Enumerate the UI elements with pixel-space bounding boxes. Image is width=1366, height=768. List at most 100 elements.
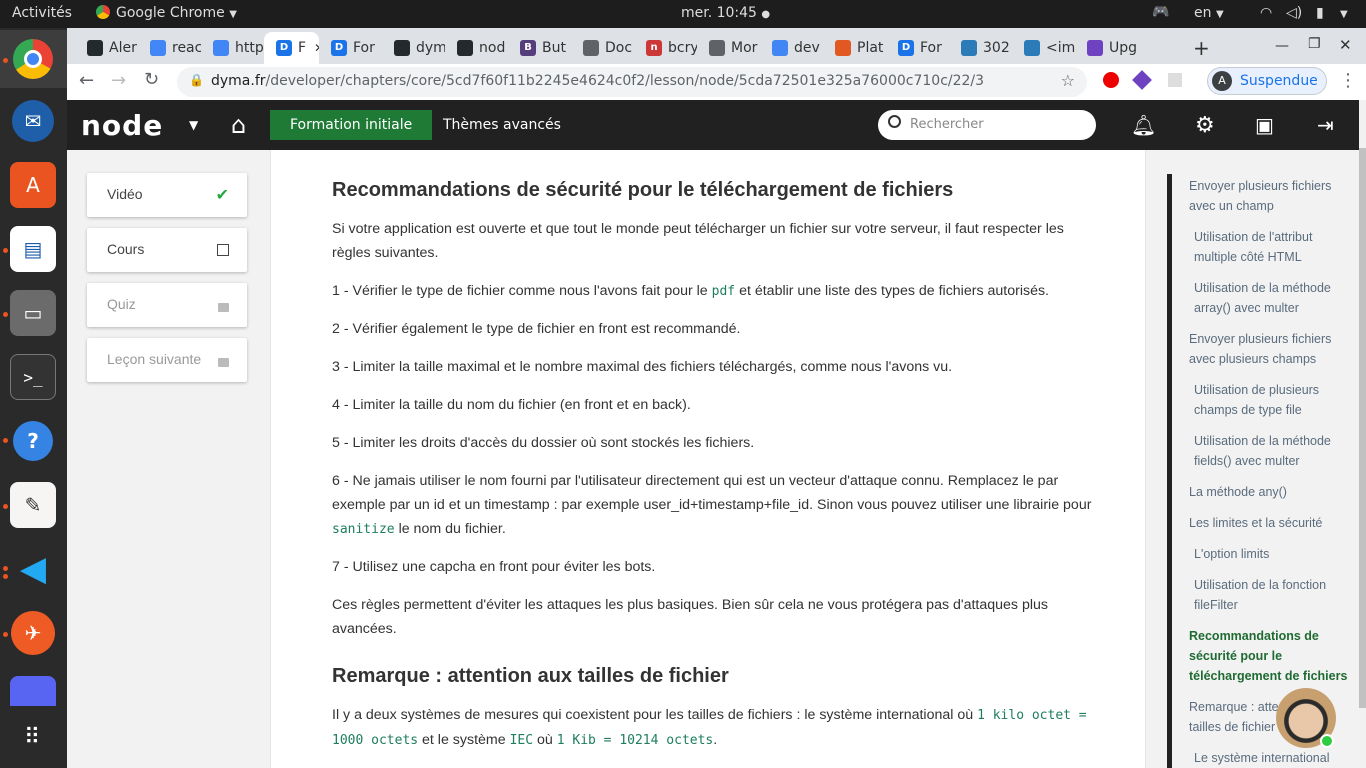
toc-item[interactable]: La méthode any() [1189,482,1354,502]
extension-stop-icon[interactable] [1103,72,1119,88]
plat-favicon-icon [835,40,851,56]
floating-video-avatar[interactable] [1276,688,1336,748]
reload-icon[interactable]: ↻ [144,69,159,90]
tab-label: Doc [605,40,633,56]
thunderbird-icon[interactable]: ✉ [10,98,56,144]
toc-item[interactable]: Envoyer plusieurs fichiers avec plusieur… [1189,329,1349,369]
terminal-icon[interactable]: >_ [10,354,56,400]
lesson-item-cours[interactable]: Cours [87,228,247,272]
toc-item[interactable]: Utilisation de la méthode fields() avec … [1194,431,1354,471]
profile-button[interactable]: A Suspendue [1207,67,1327,95]
browser-tab[interactable]: Doc [571,32,634,64]
notification-dot-icon: ● [761,9,771,20]
close-window-button[interactable]: ✕ [1339,36,1352,54]
toc-item[interactable]: L'option limits [1194,544,1354,564]
toc-item[interactable]: Utilisation de la méthode array() avec m… [1194,278,1354,318]
logo-dropdown-icon[interactable]: ▼ [189,100,198,150]
rule-item: 6 - Ne jamais utiliser le nom fourni par… [332,473,1092,537]
discord-tray-icon[interactable]: 🎮 [1152,4,1169,20]
extension-grey-icon[interactable] [1168,73,1182,87]
search-input[interactable]: Rechercher [878,110,1096,140]
activities-button[interactable]: Activités [12,5,72,21]
scrollbar-thumb[interactable] [1359,148,1366,708]
browser-tab[interactable]: D For [886,32,949,64]
wifi-icon[interactable]: ◠ [1260,5,1272,21]
volume-icon[interactable]: ◁) [1286,5,1302,21]
discord-icon[interactable] [10,676,56,706]
software-icon[interactable]: A [10,162,56,208]
bookmark-star-icon[interactable]: ☆ [1061,71,1075,90]
back-icon[interactable]: ← [79,70,94,91]
help-icon[interactable]: ? [10,418,56,464]
github-favicon-icon [457,40,473,56]
logout-icon[interactable]: ⇥ [1317,100,1334,150]
section-heading: Recommandations de sécurité pour le télé… [332,179,954,201]
tab-themes-avances[interactable]: Thèmes avancés [443,100,561,150]
gear-icon[interactable]: ⚙ [1195,100,1215,150]
browser-tab[interactable]: Mor [697,32,760,64]
files-icon[interactable]: ▭ [10,290,56,336]
tab-formation-initiale[interactable]: Formation initiale [270,110,433,140]
browser-tab[interactable]: D For [319,32,382,64]
battery-icon[interactable]: ▮ [1316,5,1324,21]
menu-kebab-icon[interactable]: ⋮ [1339,70,1357,91]
lesson-item-quiz[interactable]: Quiz [87,283,247,327]
paragraph: Ces règles permettent d'éviter les attaq… [332,597,1048,637]
toc-item[interactable]: Le système international [1194,748,1354,768]
browser-tab[interactable]: http [201,32,264,64]
section-heading: Remarque : attention aux tailles de fich… [332,665,729,687]
toc-item[interactable]: Utilisation de l'attribut multiple côté … [1194,227,1344,267]
writer-icon[interactable]: ▤ [10,226,56,272]
forward-icon[interactable]: → [111,70,126,91]
browser-tab[interactable]: Upg [1075,32,1138,64]
profile-card-icon[interactable]: ▣ [1255,100,1274,150]
toolbar: ← → ↻ 🔒 dyma.fr/developer/chapters/core/… [67,64,1366,100]
tab-active[interactable]: DF✕ [264,32,319,64]
minimize-button[interactable]: — [1275,38,1289,54]
browser-tab[interactable]: n bcry [634,32,697,64]
browser-tab[interactable]: nod [445,32,508,64]
chrome-icon[interactable] [10,36,56,82]
rule-item: 2 - Vérifier également le type de fichie… [332,321,741,337]
node-logo[interactable]: node [81,100,163,150]
apps-grid-icon[interactable]: ⠿ [10,714,56,760]
browser-tab[interactable]: reac [138,32,201,64]
toc-item-active[interactable]: Recommandations de sécurité pour le télé… [1189,626,1354,686]
address-bar[interactable]: 🔒 dyma.fr/developer/chapters/core/5cd7f6… [177,67,1087,97]
rule-item: 5 - Limiter les droits d'accès du dossie… [332,435,755,451]
extension-gem-icon[interactable] [1132,70,1152,90]
app-menu[interactable]: Google Chrome ▼ [96,5,237,21]
browser-tab[interactable]: dym [382,32,445,64]
toc-item[interactable]: Envoyer plusieurs fichiers avec un champ [1189,176,1349,216]
browser-tab[interactable]: Plat [823,32,886,64]
vscode-icon[interactable]: ◀ [10,546,56,592]
browser-tab[interactable]: 302 [949,32,1012,64]
maximize-button[interactable]: ❐ [1308,36,1321,52]
browser-tab[interactable]: <im [1012,32,1075,64]
browser-tab[interactable]: Aler [75,32,138,64]
clock[interactable]: mer. 10:45 ● [681,5,770,21]
postman-icon[interactable]: ✈ [10,610,56,656]
lesson-item-video[interactable]: Vidéo ✔ [87,173,247,217]
browser-tab[interactable]: B But [508,32,571,64]
tab-label: <im [1046,40,1075,56]
tab-label: dym [416,40,445,56]
text-editor-icon[interactable]: ✎ [10,482,56,528]
fox-favicon-icon [1024,40,1040,56]
lesson-item-label: Quiz [107,296,136,312]
scrollbar[interactable] [1359,100,1366,768]
language-menu[interactable]: en ▼ [1194,5,1224,21]
checkbox-icon[interactable] [217,244,229,256]
bell-icon[interactable]: 🔔︎ [1131,100,1156,150]
toc-item[interactable]: Utilisation de la fonction fileFilter [1194,575,1344,615]
lesson-item-next[interactable]: Leçon suivante [87,338,247,382]
home-icon[interactable]: ⌂ [231,100,246,150]
toc-item[interactable]: Utilisation de plusieurs champs de type … [1194,380,1344,420]
power-menu-icon[interactable]: ▼ [1340,5,1348,21]
browser-tab[interactable]: dev [760,32,823,64]
toc-item[interactable]: Les limites et la sécurité [1189,513,1354,533]
rule-item: 3 - Limiter la taille maximal et le nomb… [332,359,953,375]
rule-item: 7 - Utilisez une capcha en front pour év… [332,559,656,575]
new-tab-button[interactable]: + [1193,36,1210,60]
tab-label: dev [794,40,820,56]
